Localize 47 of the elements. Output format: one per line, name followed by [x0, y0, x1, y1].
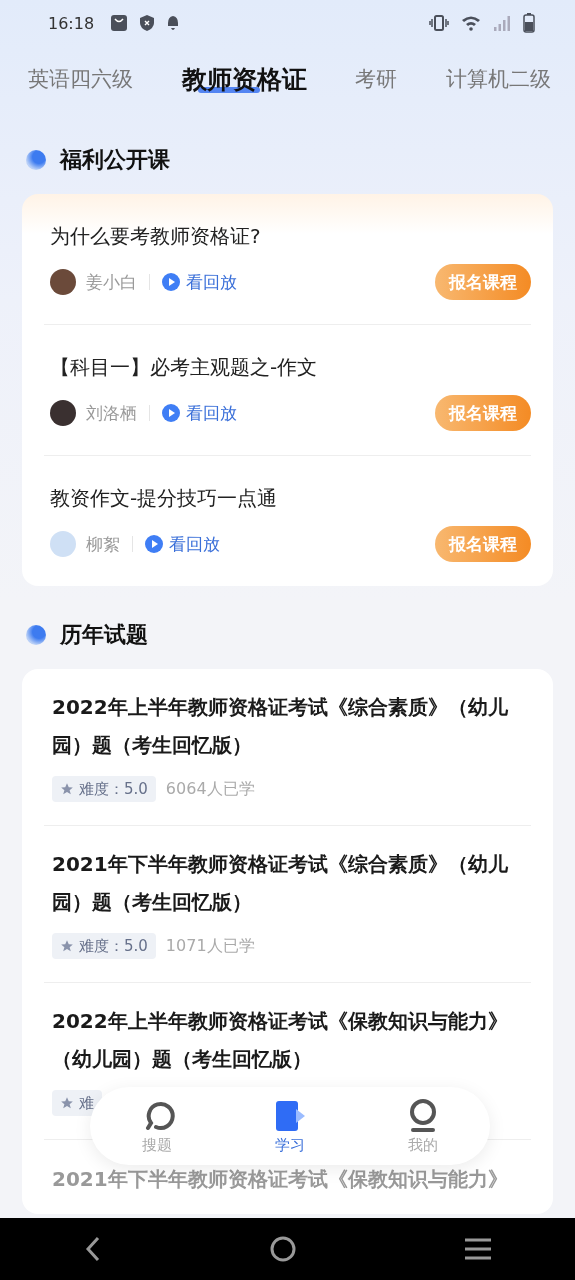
teacher-name: 刘洛栖	[86, 401, 137, 425]
exam-title[interactable]: 2022年上半年教师资格证考试《保教知识与能力》（幼儿园）题（考生回忆版）	[52, 1002, 531, 1078]
tab[interactable]: 计算机二级	[445, 65, 551, 93]
section-title: 历年试题	[60, 621, 148, 649]
teacher-name: 柳絮	[86, 532, 120, 556]
star-icon	[60, 1096, 74, 1110]
tab[interactable]: 考研	[355, 65, 398, 93]
exam-title[interactable]: 2022年上半年教师资格证考试《综合素质》（幼儿园）题（考生回忆版）	[52, 688, 531, 764]
learner-count: 6064人已学	[165, 778, 255, 800]
play-icon	[162, 404, 180, 422]
exam-title[interactable]: 2021年下半年教师资格证考试《保教知识与能力》	[52, 1167, 531, 1191]
home-icon[interactable]	[269, 1235, 298, 1263]
shield-icon	[140, 15, 155, 31]
difficulty-tag: 难度：5.0	[52, 933, 156, 959]
status-time: 16:18	[48, 13, 95, 33]
course-title[interactable]: 为什么要考教师资格证?	[50, 220, 531, 252]
teacher-name: 姜小白	[86, 270, 137, 294]
tab[interactable]: 英语四六级	[28, 65, 133, 93]
difficulty-tag: 难度：5.0	[52, 776, 156, 802]
course-title[interactable]: 【科目一】必考主观题之-作文	[50, 351, 531, 383]
difficulty-tag: 难	[52, 1090, 102, 1116]
menu-icon[interactable]	[463, 1237, 492, 1261]
wifi-icon	[461, 15, 481, 31]
play-icon	[145, 535, 163, 553]
nav-tab[interactable]: 学习	[272, 1097, 308, 1155]
tab[interactable]: 教师资格证	[181, 62, 307, 96]
replay-link[interactable]: 看回放	[145, 532, 220, 556]
star-icon	[60, 939, 74, 953]
star-icon	[60, 782, 74, 796]
bag-icon	[110, 14, 129, 32]
signal-icon	[493, 15, 511, 31]
battery-icon	[523, 13, 535, 33]
avatar-icon	[50, 531, 76, 557]
section-bullet-icon	[26, 150, 46, 170]
replay-link[interactable]: 看回放	[162, 401, 237, 425]
learner-count: 1071人已学	[165, 935, 255, 957]
nav-tab[interactable]: 搜题	[138, 1097, 175, 1155]
avatar-icon	[50, 269, 76, 295]
avatar-icon	[50, 400, 76, 426]
replay-link[interactable]: 看回放	[162, 270, 237, 294]
section-title: 福利公开课	[60, 146, 170, 174]
course-title[interactable]: 教资作文-提分技巧一点通	[50, 482, 531, 514]
exam-title[interactable]: 2021年下半年教师资格证考试《综合素质》（幼儿园）题（考生回忆版）	[52, 845, 531, 921]
vibrate-icon	[429, 15, 449, 31]
play-icon	[162, 273, 180, 291]
bell-icon	[166, 15, 181, 31]
section-bullet-icon	[26, 625, 46, 645]
